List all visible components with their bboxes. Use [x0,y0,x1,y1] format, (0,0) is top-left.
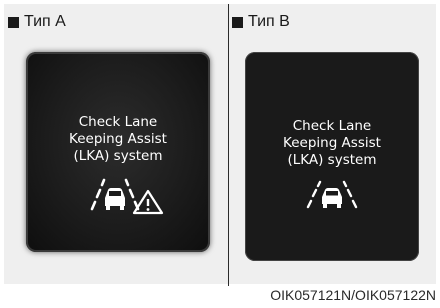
panel-divider [228,4,229,286]
type-a-label: Тип A [24,13,66,30]
message-line: (LKA) system [73,148,163,164]
type-b-label: Тип B [248,13,290,30]
lane-keeping-car-icon [90,178,164,215]
type-b-header: Тип B [232,12,290,32]
message-line: (LKA) system [287,152,377,168]
type-a-header: Тип A [8,12,66,32]
figure-caption: OIK057121N/OIK057122N [270,287,436,303]
square-bullet-icon [232,16,243,28]
lane-keeping-car-icon [306,180,358,209]
type-a-cluster-display: Check Lane Keeping Assist (LKA) system [26,52,210,252]
type-b-message: Check Lane Keeping Assist (LKA) system [245,118,419,169]
message-line: Keeping Assist [283,135,381,151]
type-a-message: Check Lane Keeping Assist (LKA) system [26,114,210,165]
square-bullet-icon [8,16,19,28]
message-line: Keeping Assist [69,131,167,147]
message-line: Check Lane [292,118,372,134]
type-b-cluster-display: Check Lane Keeping Assist (LKA) system [245,52,419,261]
message-line: Check Lane [78,114,158,130]
